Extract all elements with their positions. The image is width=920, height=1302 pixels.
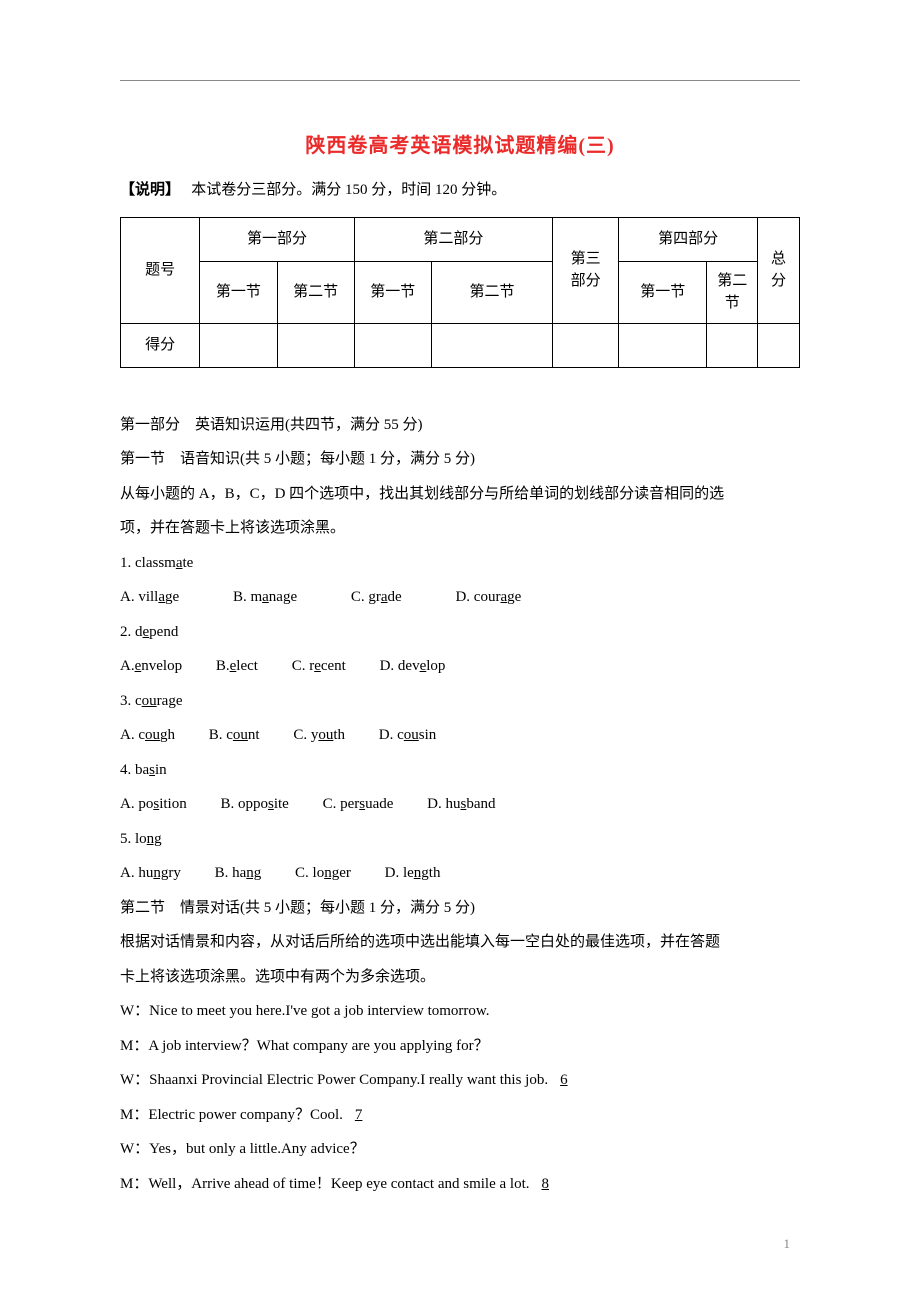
score-cell (553, 323, 619, 367)
page-number: 1 (784, 1236, 791, 1252)
document-subtitle: 【说明】 本试卷分三部分。满分 150 分，时间 120 分钟。 (120, 176, 800, 205)
table-row: 题号 第一部分 第二部分 第三 部分 第四部分 总 分 (121, 217, 800, 261)
score-cell (431, 323, 552, 367)
q4-options: A. position B. opposite C. persuade D. h… (120, 787, 800, 822)
dialogue-line-2: M：A job interview？What company are you a… (120, 1029, 800, 1064)
part-intro: 第一部分 英语知识运用(共四节，满分 55 分) (120, 408, 800, 443)
sub-p1s2: 第二节 (277, 261, 354, 323)
dialogue-line-1: W：Nice to meet you here.I've got a job i… (120, 994, 800, 1029)
q5-options: A. hungry B. hang C. longer D. length (120, 856, 800, 891)
table-row: 第一节 第二节 第一节 第二节 第一节 第二 节 (121, 261, 800, 323)
section1-intro: 第一节 语音知识(共 5 小题；每小题 1 分，满分 5 分) (120, 442, 800, 477)
section2-instr-line2: 卡上将该选项涂黑。选项中有两个为多余选项。 (120, 960, 800, 995)
dialogue-line-3: W：Shaanxi Provincial Electric Power Comp… (120, 1063, 800, 1098)
sub-p2s1: 第一节 (354, 261, 431, 323)
q5-stem: 5. long (120, 822, 800, 857)
dialogue-line-4: M：Electric power company？Cool.7 (120, 1098, 800, 1133)
q3-options: A. cough B. count C. youth D. cousin (120, 718, 800, 753)
sub-p1s1: 第一节 (200, 261, 277, 323)
table-row: 得分 (121, 323, 800, 367)
header-part2: 第二部分 (354, 217, 552, 261)
document-body: 第一部分 英语知识运用(共四节，满分 55 分) 第一节 语音知识(共 5 小题… (120, 408, 800, 1202)
q1-stem: 1. classmate (120, 546, 800, 581)
q2-stem: 2. depend (120, 615, 800, 650)
document-title: 陕西卷高考英语模拟试题精编(三) (120, 129, 800, 158)
score-cell (277, 323, 354, 367)
blank-7: 7 (343, 1107, 375, 1123)
subtitle-text: 本试卷分三部分。满分 150 分，时间 120 分钟。 (191, 182, 506, 198)
score-cell (707, 323, 758, 367)
subtitle-label: 【说明】 (120, 182, 173, 198)
header-total: 总 分 (758, 217, 800, 323)
header-part4: 第四部分 (619, 217, 758, 261)
section2-intro: 第二节 情景对话(共 5 小题；每小题 1 分，满分 5 分) (120, 891, 800, 926)
score-cell (619, 323, 707, 367)
dialogue-line-5: W：Yes，but only a little.Any advice？ (120, 1132, 800, 1167)
q1-options: A. village B. manage C. grade D. courage (120, 580, 800, 615)
score-cell (758, 323, 800, 367)
dialogue-line-6: M：Well，Arrive ahead of time！Keep eye con… (120, 1167, 800, 1202)
header-part1: 第一部分 (200, 217, 354, 261)
row-label-qnum: 题号 (121, 217, 200, 323)
horizontal-rule (120, 80, 800, 81)
sub-p4s1: 第一节 (619, 261, 707, 323)
blank-6: 6 (548, 1072, 580, 1088)
q3-stem: 3. courage (120, 684, 800, 719)
section1-instr-line2: 项，并在答题卡上将该选项涂黑。 (120, 511, 800, 546)
section2-instr-line1: 根据对话情景和内容，从对话后所给的选项中选出能填入每一空白处的最佳选项，并在答题 (120, 925, 800, 960)
q2-options: A. envelop B. elect C. recent D. develop (120, 649, 800, 684)
score-cell (200, 323, 277, 367)
sub-p4s2: 第二 节 (707, 261, 758, 323)
sub-p2s2: 第二节 (431, 261, 552, 323)
q4-stem: 4. basin (120, 753, 800, 788)
score-cell (354, 323, 431, 367)
blank-8: 8 (529, 1176, 561, 1192)
section1-instr-line1: 从每小题的 A，B，C，D 四个选项中，找出其划线部分与所给单词的划线部分读音相… (120, 477, 800, 512)
header-part3: 第三 部分 (553, 217, 619, 323)
row-label-score: 得分 (121, 323, 200, 367)
score-table: 题号 第一部分 第二部分 第三 部分 第四部分 总 分 第一节 第二节 第一节 … (120, 217, 800, 368)
